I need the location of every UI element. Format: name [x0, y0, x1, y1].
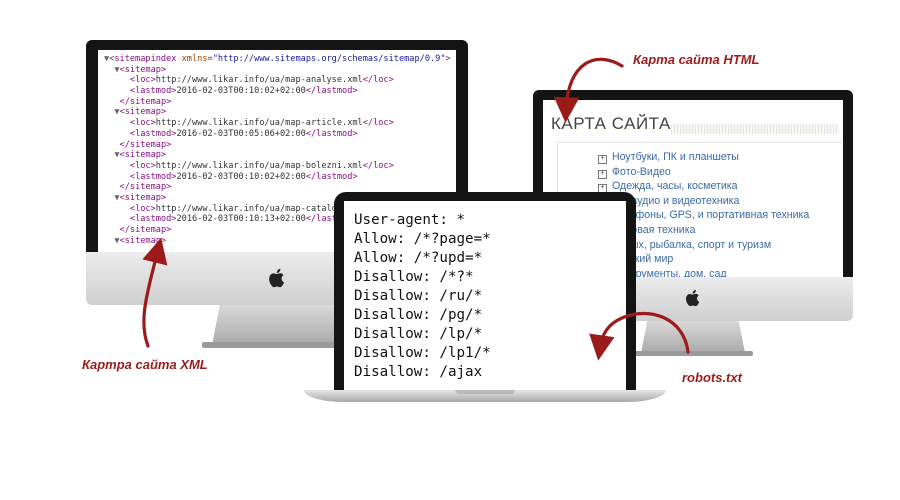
label-robots: robots.txt [682, 370, 742, 385]
curved-arrow-icon [142, 237, 168, 348]
curved-arrow-icon [589, 311, 690, 361]
label-xml-sitemap: Картра сайта XML [82, 357, 208, 372]
label-html-sitemap: Карта сайта HTML [633, 52, 760, 67]
curved-arrow-icon [553, 57, 624, 123]
annotation-arrows [142, 57, 690, 361]
